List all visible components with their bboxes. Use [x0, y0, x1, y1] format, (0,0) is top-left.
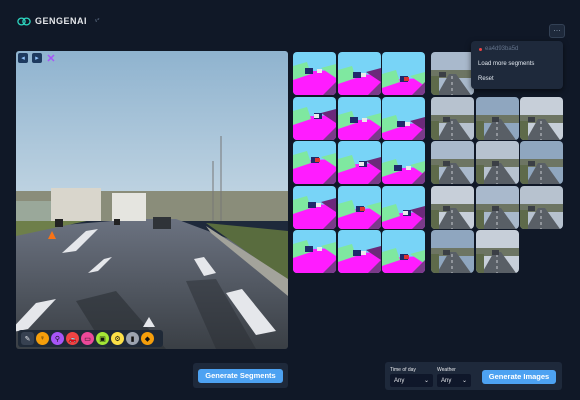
generated-image-tile[interactable]	[520, 96, 563, 140]
segment-tile[interactable]	[337, 52, 381, 95]
generated-image-tile[interactable]	[475, 185, 519, 229]
generated-image-tile[interactable]	[431, 185, 474, 229]
menu-item-load-more-segments[interactable]: Load more segments	[478, 61, 534, 67]
palette-car-icon[interactable]: 🚗	[66, 332, 79, 345]
app-version: v*	[95, 18, 100, 24]
generated-image-tile[interactable]	[475, 141, 519, 184]
segment-tile[interactable]	[382, 230, 425, 273]
segment-tile[interactable]	[337, 230, 381, 273]
editor-toolbar: ◂ ▸ ✕	[18, 53, 56, 65]
class-palette: ✎ ♀ ⚲ 🚗 ▭ ▣ ⚙ ▮ ◆	[18, 330, 163, 347]
logo-icon	[17, 16, 31, 26]
weather-select[interactable]: Any ⌄	[437, 374, 471, 387]
generated-image-tile[interactable]	[431, 230, 474, 273]
generate-images-button[interactable]: Generate Images	[482, 370, 556, 384]
time-of-day-select[interactable]: Any ⌄	[390, 374, 433, 387]
segment-tile[interactable]	[337, 185, 381, 229]
generate-images-panel: Time of day Any ⌄ Weather Any ⌄ Generate I…	[385, 362, 562, 390]
generate-segments-panel: Generate Segments	[193, 363, 288, 388]
app-logo: GENGENAI v*	[17, 16, 99, 26]
segment-tile[interactable]	[293, 96, 336, 140]
segment-tile[interactable]	[293, 230, 336, 273]
palette-eraser-icon[interactable]: ✎	[21, 332, 34, 345]
options-dropdown: ea4d93ba5d Load more segments Reset	[471, 41, 563, 89]
palette-truck-icon[interactable]: ▭	[81, 332, 94, 345]
chevron-down-icon: ⌄	[461, 378, 467, 384]
segment-tile[interactable]	[382, 96, 425, 140]
more-menu-button[interactable]: …	[549, 24, 565, 38]
generated-image-tile[interactable]	[431, 96, 474, 140]
generated-image-tile[interactable]	[431, 52, 474, 95]
app-name: GENGENAI	[35, 16, 88, 26]
generated-image-tile[interactable]	[520, 185, 563, 229]
generated-image-tile[interactable]	[431, 141, 474, 184]
palette-person-icon[interactable]: ♀	[36, 332, 49, 345]
palette-motorcycle-icon[interactable]: ⚙	[111, 332, 124, 345]
back-icon[interactable]: ◂	[18, 53, 28, 63]
palette-bus-icon[interactable]: ▣	[96, 332, 109, 345]
close-icon[interactable]: ✕	[46, 53, 56, 65]
generate-segments-button[interactable]: Generate Segments	[198, 369, 283, 383]
weather-label: Weather	[437, 367, 456, 373]
palette-traffic-sign-icon[interactable]: ◆	[141, 332, 154, 345]
road-scene-image	[16, 51, 288, 349]
status-dot-icon	[479, 47, 482, 51]
segment-tile[interactable]	[337, 141, 381, 184]
segment-tile[interactable]	[337, 96, 381, 140]
generated-image-tile[interactable]	[475, 230, 519, 273]
generated-image-tile[interactable]	[475, 96, 519, 140]
segment-tile[interactable]	[382, 52, 425, 95]
generated-image-tile[interactable]	[520, 141, 563, 184]
segment-tile[interactable]	[382, 141, 425, 184]
road-scene-canvas[interactable]	[16, 51, 288, 349]
segment-tile[interactable]	[293, 185, 336, 229]
time-of-day-label: Time of day	[390, 367, 416, 373]
chevron-down-icon: ⌄	[423, 378, 429, 384]
forward-icon[interactable]: ▸	[32, 53, 42, 63]
segment-tile[interactable]	[293, 52, 336, 95]
segment-tile[interactable]	[293, 141, 336, 184]
menu-item-reset[interactable]: Reset	[478, 76, 494, 82]
segment-tile[interactable]	[382, 185, 425, 229]
session-id: ea4d93ba5d	[479, 46, 518, 52]
palette-traffic-light-icon[interactable]: ▮	[126, 332, 139, 345]
palette-rider-icon[interactable]: ⚲	[51, 332, 64, 345]
